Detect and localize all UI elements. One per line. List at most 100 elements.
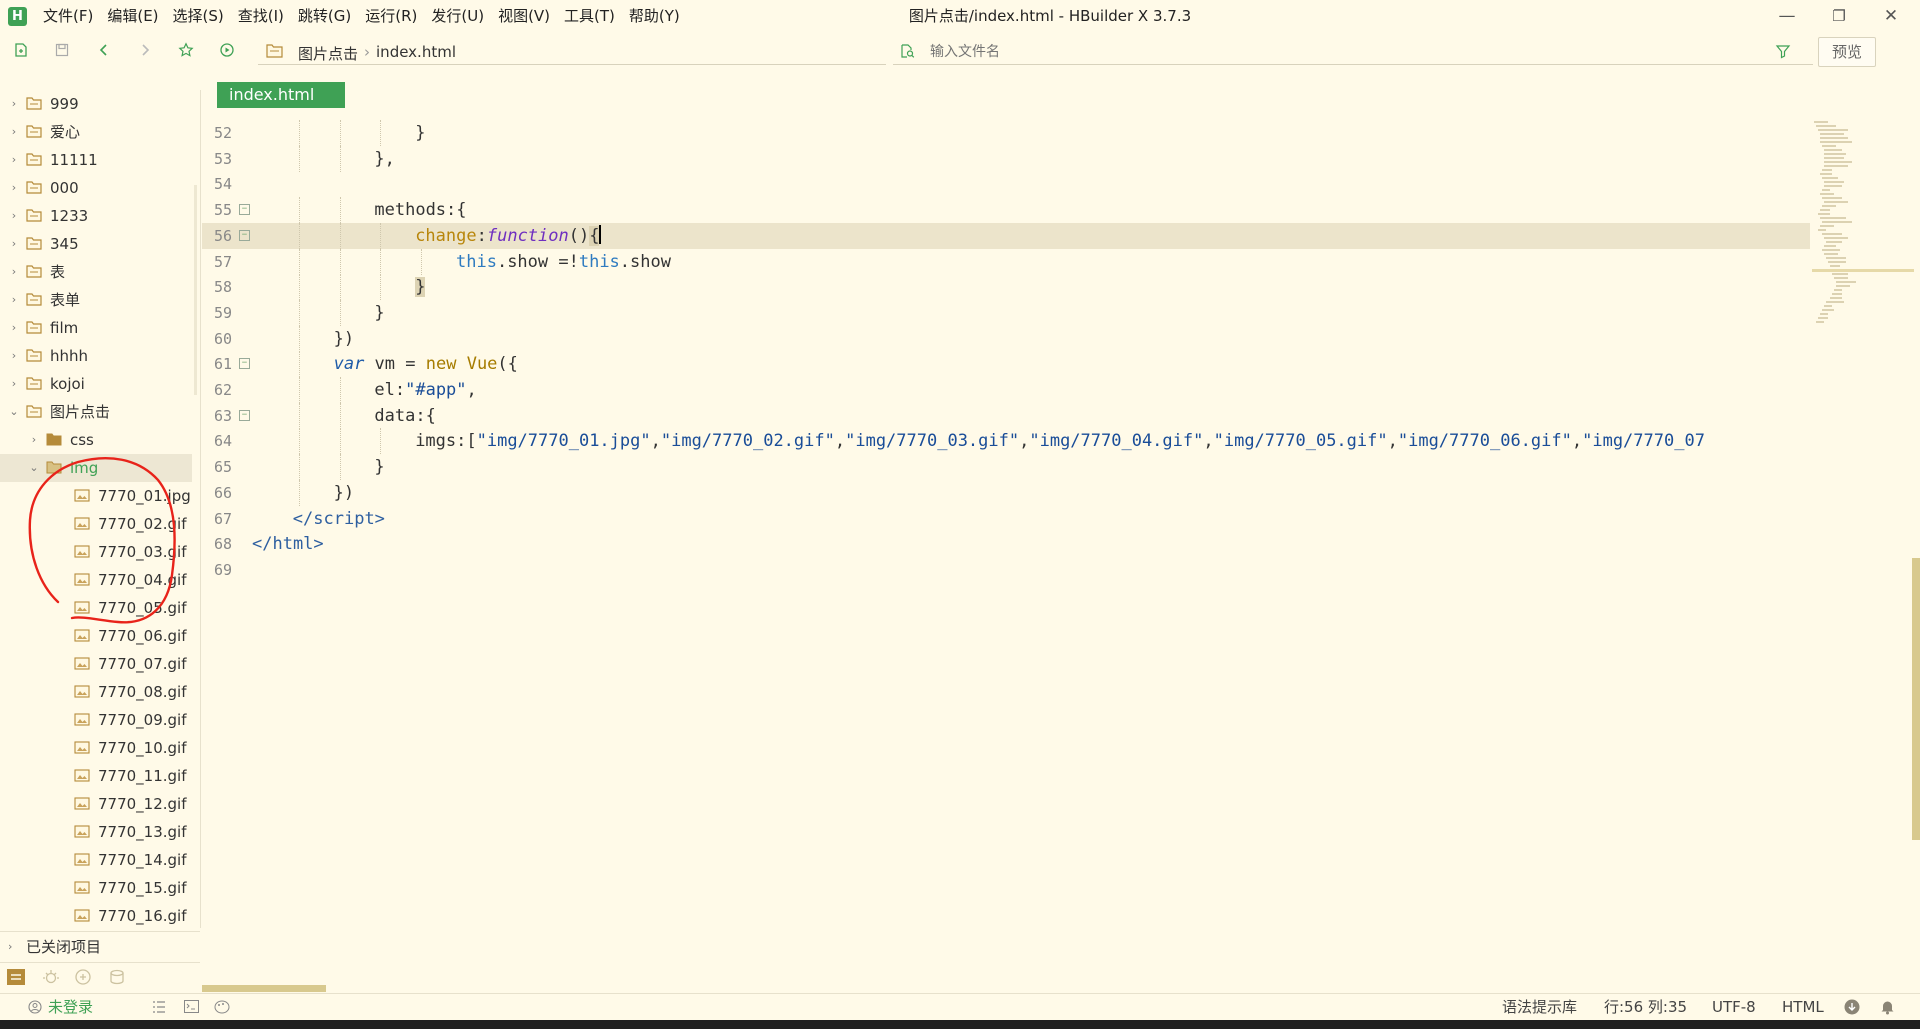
- code-line[interactable]: 52}: [202, 120, 1810, 146]
- breadcrumb-file[interactable]: index.html: [376, 43, 456, 64]
- file-item[interactable]: 7770_10.gif: [0, 734, 192, 762]
- menu-item-2[interactable]: 选择(S): [166, 0, 231, 33]
- file-item[interactable]: 7770_03.gif: [0, 538, 192, 566]
- cursor-position[interactable]: 行:56 列:35: [1604, 994, 1687, 1020]
- file-item[interactable]: 7770_09.gif: [0, 706, 192, 734]
- chevron-right-icon[interactable]: ›: [8, 314, 20, 342]
- chevron-right-icon[interactable]: ›: [8, 118, 20, 146]
- chevron-right-icon[interactable]: ›: [8, 202, 20, 230]
- chevron-right-icon[interactable]: ›: [8, 230, 20, 258]
- code-line[interactable]: 63− data:{: [202, 402, 1810, 429]
- folder-item[interactable]: › 000: [0, 174, 192, 202]
- code-line[interactable]: 67 </script>: [202, 506, 1810, 532]
- language-mode[interactable]: HTML: [1782, 994, 1824, 1020]
- chevron-right-icon[interactable]: ›: [8, 174, 20, 202]
- outline-icon[interactable]: [152, 1001, 166, 1013]
- favorite-star-icon[interactable]: [178, 42, 194, 58]
- fold-toggle-icon[interactable]: −: [239, 358, 250, 370]
- menu-item-4[interactable]: 跳转(G): [291, 0, 358, 33]
- file-item[interactable]: 7770_05.gif: [0, 594, 192, 622]
- code-line[interactable]: 59}: [202, 299, 1810, 326]
- file-item[interactable]: 7770_02.gif: [0, 510, 192, 538]
- new-file-icon[interactable]: [13, 42, 29, 58]
- cloud-db-icon[interactable]: [108, 968, 126, 986]
- menu-item-0[interactable]: 文件(F): [36, 0, 100, 33]
- folder-item[interactable]: › 1233: [0, 202, 192, 230]
- menu-item-8[interactable]: 工具(T): [557, 0, 622, 33]
- cloud-function-icon[interactable]: [74, 968, 92, 986]
- code-line[interactable]: 65}: [202, 454, 1810, 481]
- code-line[interactable]: 55− methods:{: [202, 197, 1810, 224]
- back-icon[interactable]: [96, 42, 112, 58]
- file-item[interactable]: 7770_13.gif: [0, 818, 192, 846]
- fold-toggle-icon[interactable]: −: [239, 409, 250, 421]
- file-search-input[interactable]: [928, 40, 1772, 64]
- code-line[interactable]: 64 imgs:["img/7770_01.jpg","img/7770_02.g…: [202, 428, 1810, 455]
- chevron-right-icon[interactable]: ›: [28, 426, 40, 454]
- chevron-down-icon[interactable]: ⌄: [8, 398, 20, 426]
- chevron-right-icon[interactable]: ›: [8, 258, 20, 286]
- folder-item[interactable]: › 999: [0, 90, 192, 118]
- file-item[interactable]: 7770_14.gif: [0, 846, 192, 874]
- folder-item[interactable]: › 爱心: [0, 118, 192, 146]
- fold-toggle-icon[interactable]: −: [239, 229, 250, 241]
- tab-index-html[interactable]: index.html: [217, 82, 345, 108]
- code-line[interactable]: 53},: [202, 145, 1810, 172]
- notification-bell-icon[interactable]: [1880, 999, 1895, 1015]
- code-editor[interactable]: 52} 53}, 54 55− methods:{56− change:function(…: [202, 120, 1810, 985]
- menu-item-9[interactable]: 帮助(Y): [622, 0, 687, 33]
- download-icon[interactable]: [1844, 999, 1860, 1015]
- file-item[interactable]: 7770_12.gif: [0, 790, 192, 818]
- folder-item[interactable]: › kojoi: [0, 370, 192, 398]
- closed-projects-item[interactable]: › 已关闭项目: [0, 931, 200, 962]
- chevron-down-icon[interactable]: ⌄: [28, 454, 40, 482]
- file-encoding[interactable]: UTF-8: [1712, 994, 1756, 1020]
- folder-item[interactable]: › 11111: [0, 146, 192, 174]
- folder-item[interactable]: › hhhh: [0, 342, 192, 370]
- folder-item[interactable]: ⌄ img: [0, 454, 192, 482]
- file-item[interactable]: 7770_04.gif: [0, 566, 192, 594]
- folder-item[interactable]: ⌄ 图片点击: [0, 398, 192, 426]
- hint-library[interactable]: 语法提示库: [1502, 994, 1577, 1020]
- file-item[interactable]: 7770_06.gif: [0, 622, 192, 650]
- forward-icon[interactable]: [137, 42, 153, 58]
- file-item[interactable]: 7770_15.gif: [0, 874, 192, 902]
- code-line[interactable]: 56− change:function(){: [202, 222, 1810, 249]
- folder-item[interactable]: › 表: [0, 258, 192, 286]
- preview-button[interactable]: 预览: [1818, 37, 1876, 67]
- file-item[interactable]: 7770_16.gif: [0, 902, 192, 928]
- folder-item[interactable]: › css: [0, 426, 192, 454]
- menu-item-7[interactable]: 视图(V): [491, 0, 557, 33]
- folder-item[interactable]: › 345: [0, 230, 192, 258]
- code-line[interactable]: 69: [202, 557, 1810, 583]
- code-line[interactable]: 68 </html>: [202, 531, 1810, 557]
- file-item[interactable]: 7770_07.gif: [0, 650, 192, 678]
- file-item[interactable]: 7770_08.gif: [0, 678, 192, 706]
- code-line[interactable]: 54: [202, 171, 1810, 197]
- palette-icon[interactable]: [214, 1000, 230, 1014]
- minimize-button[interactable]: —: [1764, 0, 1810, 33]
- code-line[interactable]: 62 el:"#app",: [202, 377, 1810, 403]
- filter-icon[interactable]: [1775, 43, 1791, 59]
- login-status[interactable]: 未登录: [48, 994, 93, 1020]
- code-line[interactable]: 60}): [202, 325, 1810, 352]
- terminal-icon[interactable]: [184, 1000, 199, 1013]
- fold-toggle-icon[interactable]: −: [239, 204, 250, 216]
- menu-item-1[interactable]: 编辑(E): [100, 0, 165, 33]
- sidebar-scrollbar[interactable]: [194, 185, 197, 395]
- editor-vertical-scrollbar[interactable]: [1912, 558, 1920, 840]
- file-item[interactable]: 7770_11.gif: [0, 762, 192, 790]
- code-line[interactable]: 61− var vm = new Vue({: [202, 351, 1810, 378]
- file-item[interactable]: 7770_01.jpg: [0, 482, 192, 510]
- code-line[interactable]: 57 this.show =!this.show: [202, 248, 1810, 275]
- chevron-right-icon[interactable]: ›: [8, 286, 20, 314]
- chevron-right-icon[interactable]: ›: [8, 370, 20, 398]
- code-line[interactable]: 58}: [202, 274, 1810, 301]
- chevron-right-icon[interactable]: ›: [8, 342, 20, 370]
- run-icon[interactable]: [219, 42, 235, 58]
- menu-item-3[interactable]: 查找(I): [231, 0, 291, 33]
- menu-item-5[interactable]: 运行(R): [358, 0, 424, 33]
- chevron-right-icon[interactable]: ›: [8, 90, 20, 118]
- menu-item-6[interactable]: 发行(U): [424, 0, 491, 33]
- project-manager-icon[interactable]: [6, 968, 26, 986]
